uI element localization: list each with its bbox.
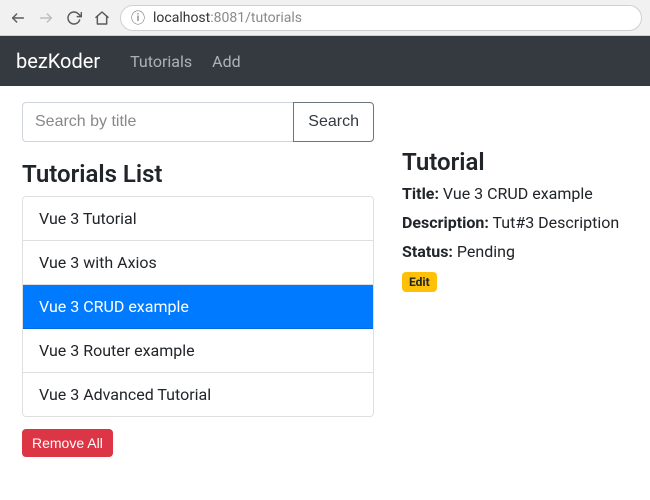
reload-icon <box>66 10 82 26</box>
detail-description-row: Description: Tut#3 Description <box>402 213 628 232</box>
detail-title-value: Vue 3 CRUD example <box>443 184 593 203</box>
brand-link[interactable]: bezKoder <box>16 49 100 73</box>
detail-description-value: Tut#3 Description <box>493 213 620 232</box>
detail-status-label: Status: <box>402 242 453 261</box>
detail-status-value: Pending <box>457 242 515 261</box>
left-column: Search Tutorials List Vue 3 Tutorial Vue… <box>22 102 374 457</box>
search-button[interactable]: Search <box>293 102 374 142</box>
url-path: /tutorials <box>245 10 302 26</box>
nav-link-add[interactable]: Add <box>212 52 240 71</box>
arrow-right-icon <box>38 10 54 26</box>
list-item[interactable]: Vue 3 CRUD example <box>23 285 373 329</box>
list-item[interactable]: Vue 3 with Axios <box>23 241 373 285</box>
browser-toolbar: ⓘ localhost:8081/tutorials <box>0 0 650 36</box>
list-heading: Tutorials List <box>22 160 374 188</box>
back-button[interactable] <box>8 8 28 28</box>
detail-status-row: Status: Pending <box>402 242 628 261</box>
tutorials-list: Vue 3 Tutorial Vue 3 with Axios Vue 3 CR… <box>22 196 374 417</box>
list-item[interactable]: Vue 3 Router example <box>23 329 373 373</box>
home-button[interactable] <box>92 8 112 28</box>
main-container: Search Tutorials List Vue 3 Tutorial Vue… <box>0 86 650 473</box>
url-text: localhost:8081/tutorials <box>153 10 302 26</box>
forward-button[interactable] <box>36 8 56 28</box>
right-column: Tutorial Title: Vue 3 CRUD example Descr… <box>402 102 628 457</box>
detail-heading: Tutorial <box>402 148 628 176</box>
remove-all-button[interactable]: Remove All <box>22 429 113 457</box>
search-row: Search <box>22 102 374 142</box>
edit-button[interactable]: Edit <box>402 272 437 292</box>
reload-button[interactable] <box>64 8 84 28</box>
search-input[interactable] <box>22 102 293 142</box>
info-icon: ⓘ <box>131 8 145 28</box>
arrow-left-icon <box>10 10 26 26</box>
address-bar[interactable]: ⓘ localhost:8081/tutorials <box>120 5 642 31</box>
url-host: localhost <box>153 10 210 26</box>
app-navbar: bezKoder Tutorials Add <box>0 36 650 86</box>
home-icon <box>94 10 110 26</box>
list-item[interactable]: Vue 3 Tutorial <box>23 197 373 241</box>
nav-link-tutorials[interactable]: Tutorials <box>130 52 192 71</box>
detail-title-label: Title: <box>402 184 439 203</box>
list-item[interactable]: Vue 3 Advanced Tutorial <box>23 373 373 416</box>
detail-description-label: Description: <box>402 213 489 232</box>
url-port: :8081 <box>210 10 245 26</box>
detail-title-row: Title: Vue 3 CRUD example <box>402 184 628 203</box>
